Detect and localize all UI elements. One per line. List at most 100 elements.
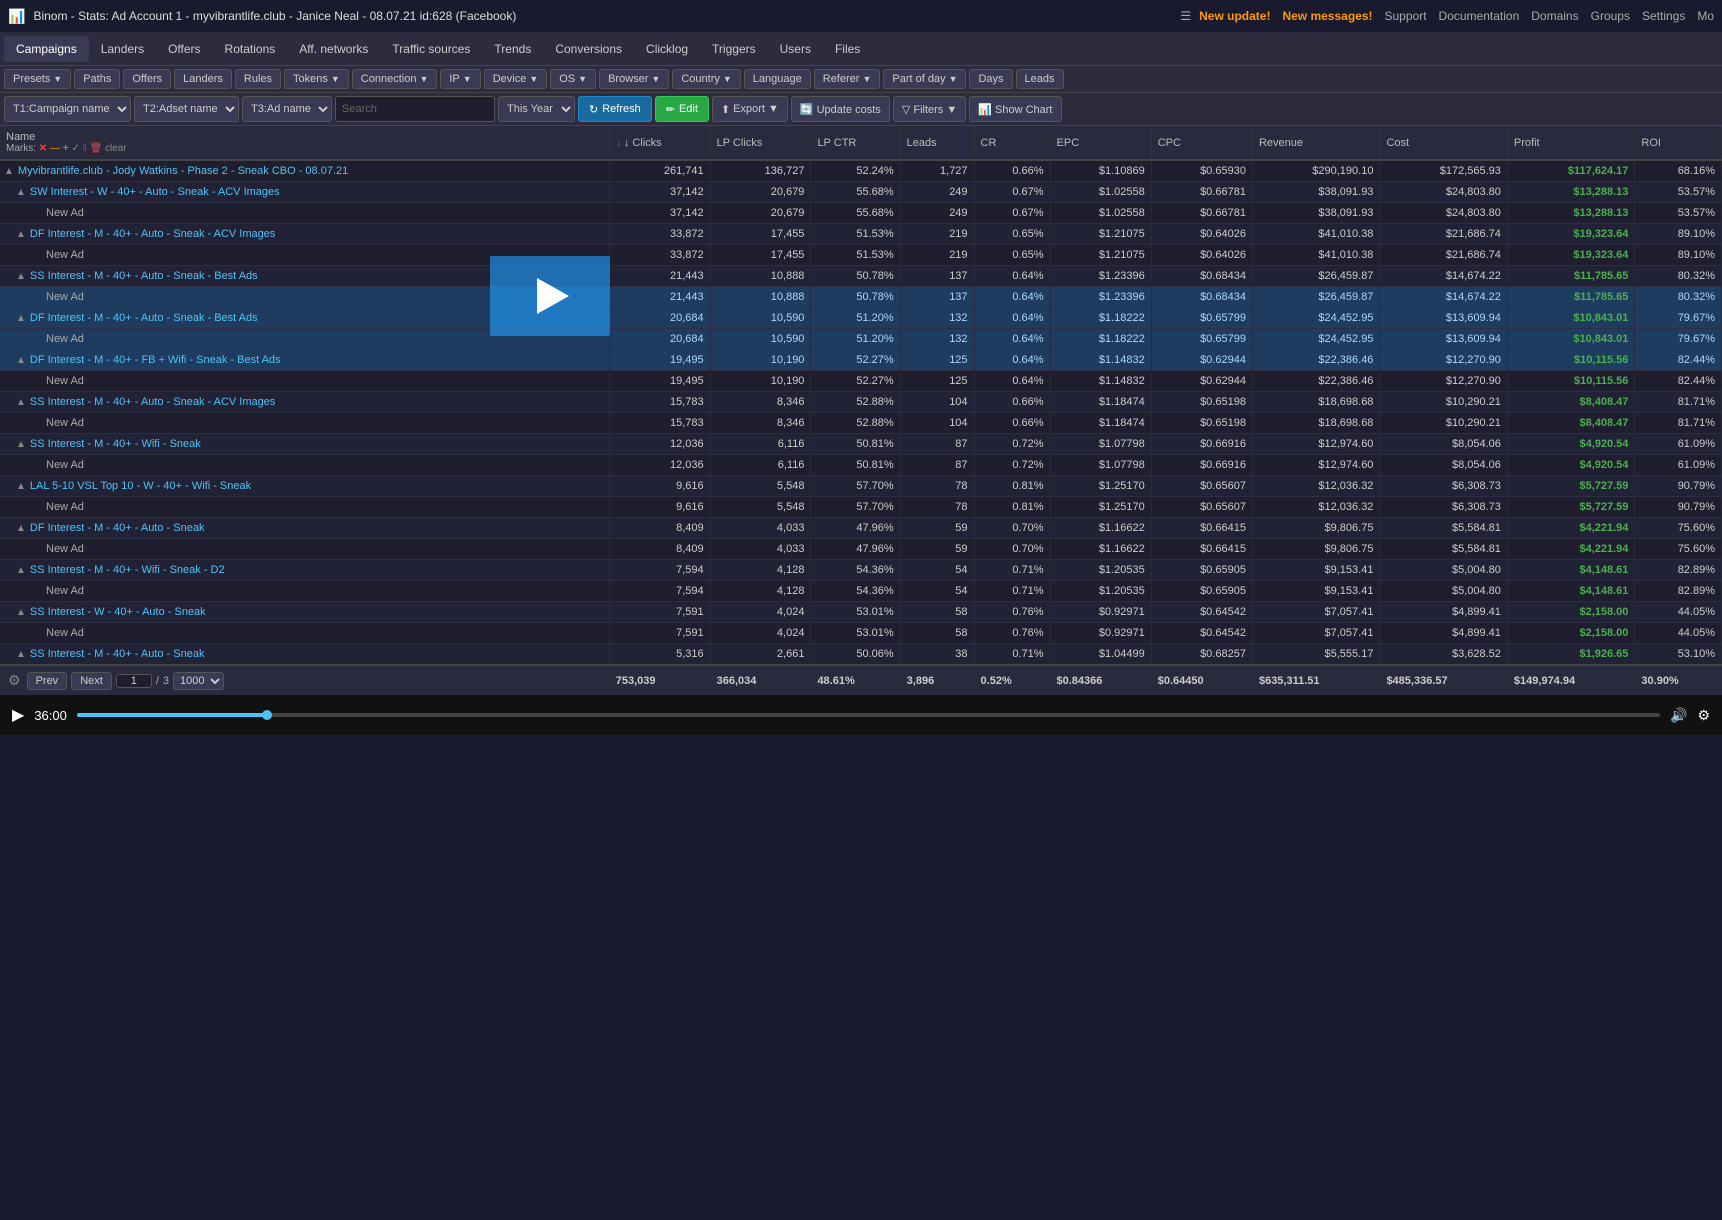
nav-trends[interactable]: Trends [482, 36, 543, 62]
per-page-select[interactable]: 1000 [173, 672, 224, 690]
cell-name[interactable]: New Ad [0, 455, 610, 476]
prev-button[interactable]: Prev [27, 672, 68, 690]
nav-triggers[interactable]: Triggers [700, 36, 768, 62]
refresh-button[interactable]: ↻ Refresh [578, 96, 652, 122]
settings-button[interactable]: ⚙ [6, 670, 23, 691]
groups-link[interactable]: Groups [1591, 9, 1630, 23]
nav-campaigns[interactable]: Campaigns [4, 36, 89, 62]
nav-conversions[interactable]: Conversions [543, 36, 634, 62]
video-progress-bar[interactable] [77, 713, 1660, 717]
landers-button[interactable]: Landers [174, 69, 232, 89]
cell-name[interactable]: ▲DF Interest - M - 40+ - Auto - Sneak [0, 518, 610, 539]
nav-users[interactable]: Users [768, 36, 823, 62]
cell-name[interactable]: ▲SS Interest - M - 40+ - Auto - Sneak [0, 644, 610, 666]
cell-name[interactable]: ▲LAL 5-10 VSL Top 10 - W - 40+ - Wifi - … [0, 476, 610, 497]
support-link[interactable]: Support [1385, 9, 1427, 23]
cell-name[interactable]: ▲SW Interest - W - 40+ - Auto - Sneak - … [0, 182, 610, 203]
new-messages-badge[interactable]: New messages! [1282, 9, 1372, 23]
cell-name[interactable]: ▲SS Interest - M - 40+ - Wifi - Sneak - … [0, 560, 610, 581]
cell-name[interactable]: ▲SS Interest - M - 40+ - Auto - Sneak - … [0, 392, 610, 413]
cell-name[interactable]: New Ad [0, 497, 610, 518]
video-settings-icon[interactable]: ⚙ [1697, 707, 1710, 724]
nav-clicklog[interactable]: Clicklog [634, 36, 700, 62]
nav-files[interactable]: Files [823, 36, 872, 62]
expand-icon[interactable]: ▲ [16, 355, 26, 366]
os-button[interactable]: OS▼ [550, 69, 596, 89]
expand-icon[interactable]: ▲ [16, 649, 26, 660]
cell-epc: $1.02558 [1050, 203, 1151, 224]
cell-name[interactable]: ▲DF Interest - M - 40+ - Auto - Sneak - … [0, 224, 610, 245]
mark-plus[interactable]: + [63, 143, 69, 154]
nav-traffic-sources[interactable]: Traffic sources [380, 36, 482, 62]
time-range-select[interactable]: This Year [498, 96, 575, 122]
expand-icon[interactable]: ▲ [16, 481, 26, 492]
connection-button[interactable]: Connection▼ [352, 69, 438, 89]
documentation-link[interactable]: Documentation [1439, 9, 1520, 23]
cell-name[interactable]: ▲SS Interest - M - 40+ - Wifi - Sneak [0, 434, 610, 455]
nav-aff-networks[interactable]: Aff. networks [287, 36, 380, 62]
expand-icon[interactable]: ▲ [16, 439, 26, 450]
list-icon[interactable]: ☰ [1180, 9, 1191, 23]
expand-icon[interactable]: ▲ [4, 166, 14, 177]
edit-button[interactable]: ✏ Edit [655, 96, 709, 122]
export-button[interactable]: ⬆ Export ▼ [712, 96, 788, 122]
expand-icon[interactable]: ▲ [16, 523, 26, 534]
offers-button[interactable]: Offers [123, 69, 171, 89]
language-button[interactable]: Language [744, 69, 811, 89]
cell-name[interactable]: ▲SS Interest - W - 40+ - Auto - Sneak [0, 602, 610, 623]
mark-pause[interactable]: ‖ [83, 143, 87, 154]
settings-link[interactable]: Settings [1642, 9, 1685, 23]
expand-icon[interactable]: ▲ [16, 607, 26, 618]
mark-minus[interactable]: — [50, 143, 60, 154]
mark-check[interactable]: ✓ [71, 143, 79, 154]
cell-name[interactable]: New Ad [0, 203, 610, 224]
rules-button[interactable]: Rules [235, 69, 281, 89]
cell-name[interactable]: New Ad [0, 539, 610, 560]
mark-delete[interactable]: 🗑 [89, 143, 102, 154]
t2-select[interactable]: T2:Adset name [134, 96, 239, 122]
filters-button[interactable]: ▽ Filters ▼ [893, 96, 966, 122]
col-clicks[interactable]: ↓↓ Clicks [610, 126, 710, 160]
days-button[interactable]: Days [969, 69, 1012, 89]
part-of-day-button[interactable]: Part of day▼ [883, 69, 966, 89]
browser-button[interactable]: Browser▼ [599, 69, 669, 89]
expand-icon[interactable]: ▲ [16, 271, 26, 282]
paths-button[interactable]: Paths [74, 69, 120, 89]
nav-offers[interactable]: Offers [156, 36, 212, 62]
device-button[interactable]: Device▼ [484, 69, 548, 89]
mark-x[interactable]: ✕ [39, 143, 47, 154]
update-costs-button[interactable]: 🔄 Update costs [791, 96, 890, 122]
video-play-button[interactable]: ▶ [12, 705, 24, 725]
domains-link[interactable]: Domains [1531, 9, 1578, 23]
search-input[interactable] [335, 96, 495, 122]
referer-button[interactable]: Referer▼ [814, 69, 881, 89]
t3-select[interactable]: T3:Ad name [242, 96, 332, 122]
cell-name[interactable]: New Ad [0, 581, 610, 602]
t1-select[interactable]: T1:Campaign name [4, 96, 131, 122]
expand-icon[interactable]: ▲ [16, 565, 26, 576]
more-link[interactable]: Mo [1697, 9, 1714, 23]
cell-name[interactable]: New Ad [0, 413, 610, 434]
next-button[interactable]: Next [71, 672, 112, 690]
show-chart-button[interactable]: 📊 Show Chart [969, 96, 1061, 122]
nav-landers[interactable]: Landers [89, 36, 156, 62]
leads-button[interactable]: Leads [1016, 69, 1064, 89]
expand-icon[interactable]: ▲ [16, 397, 26, 408]
new-update-badge[interactable]: New update! [1199, 9, 1270, 23]
cell-name[interactable]: ▲DF Interest - M - 40+ - FB + Wifi - Sne… [0, 350, 610, 371]
tokens-button[interactable]: Tokens▼ [284, 69, 349, 89]
presets-button[interactable]: Presets▼ [4, 69, 71, 89]
video-play-overlay[interactable] [490, 256, 610, 336]
ip-button[interactable]: IP▼ [440, 69, 480, 89]
expand-icon[interactable]: ▲ [16, 229, 26, 240]
country-button[interactable]: Country▼ [672, 69, 740, 89]
cell-name[interactable]: ▲Myvibrantlife.club - Jody Watkins - Pha… [0, 160, 610, 182]
page-input[interactable]: 1 [116, 674, 152, 688]
expand-icon[interactable]: ▲ [16, 313, 26, 324]
cell-name[interactable]: New Ad [0, 371, 610, 392]
expand-icon[interactable]: ▲ [16, 187, 26, 198]
nav-rotations[interactable]: Rotations [213, 36, 288, 62]
volume-icon[interactable]: 🔊 [1670, 707, 1687, 724]
cell-name[interactable]: New Ad [0, 623, 610, 644]
mark-clear[interactable]: clear [105, 143, 127, 154]
